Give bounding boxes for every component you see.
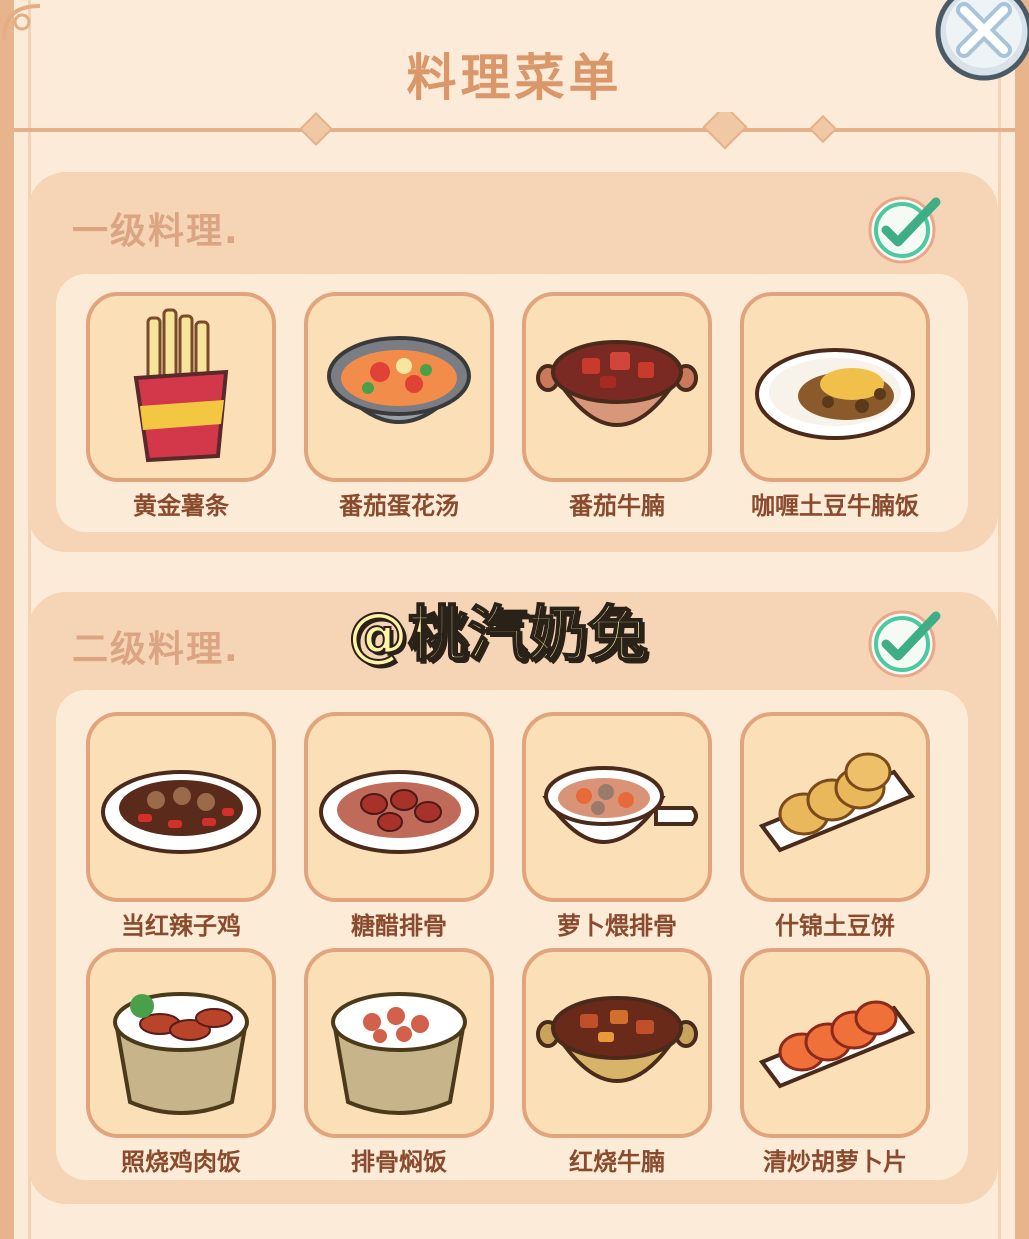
potato-pancake-icon [758,752,916,853]
dish-card-2[interactable] [304,292,494,482]
page-title: 料理菜单 [406,49,623,107]
dish-card-10[interactable] [304,948,494,1138]
dish-label: 番茄蛋花汤 [339,492,459,520]
dish-label: 照烧鸡肉饭 [121,1148,241,1176]
dish-card-7[interactable] [522,712,712,902]
dish-card-5[interactable] [86,712,276,902]
dish-label: 糖醋排骨 [351,912,447,940]
dish-card-11[interactable] [522,948,712,1138]
dish-label: 什锦土豆饼 [775,912,895,940]
carrot-slices-icon [758,1000,916,1089]
dish-card-3[interactable] [522,292,712,482]
spicy-chicken-icon [101,770,261,854]
section-items-area: 当红辣子鸡 糖醋排骨 萝卜煨排骨 什锦土豆饼 照烧鸡肉饭 排骨焖饭 红烧牛腩 清… [56,690,968,1180]
section-level-1: 一级料理. 黄金薯条 番茄蛋花汤 番茄牛腩 咖喱土豆牛腩饭 [28,172,998,552]
dish-label: 清炒胡萝卜片 [763,1148,907,1176]
section-items-area: 黄金薯条 番茄蛋花汤 番茄牛腩 咖喱土豆牛腩饭 [56,274,968,532]
dish-label: 番茄牛腩 [569,492,665,520]
rib-rice-icon [331,992,467,1115]
dish-card-4[interactable] [740,292,930,482]
dish-card-1[interactable] [86,292,276,482]
dish-card-12[interactable] [740,948,930,1138]
section-label: 二级料理. [72,629,240,670]
dish-card-9[interactable] [86,948,276,1138]
tomato-beef-brisket-icon [536,340,698,427]
braised-beef-icon [536,996,698,1083]
dish-card-6[interactable] [304,712,494,902]
close-button[interactable] [930,0,1029,86]
dish-label: 排骨焖饭 [351,1148,447,1176]
watermark-text: @桃汽奶兔 [347,599,649,671]
curry-rice-icon [755,348,915,440]
completed-check-icon[interactable] [866,188,946,268]
dish-card-8[interactable] [740,712,930,902]
sweet-sour-ribs-icon [319,770,479,854]
french-fries-icon [133,308,229,463]
teriyaki-chicken-rice-icon [113,992,249,1115]
section-label: 一级料理. [72,211,240,252]
dish-label: 咖喱土豆牛腩饭 [751,492,919,520]
title-divider [14,112,1015,150]
completed-check-icon[interactable] [866,602,946,682]
dish-label: 当红辣子鸡 [121,912,241,940]
section-level-2: 二级料理. 当红辣子鸡 糖醋排骨 萝卜煨排骨 什锦土豆饼 照烧鸡肉饭 排骨焖饭 … [28,592,998,1204]
tomato-egg-soup-icon [327,336,471,424]
close-x-icon [935,0,1029,81]
dish-label: 萝卜煨排骨 [557,912,677,940]
dish-label: 红烧牛腩 [569,1148,665,1176]
radish-ribs-pan-icon [542,766,698,844]
dish-label: 黄金薯条 [133,492,229,520]
